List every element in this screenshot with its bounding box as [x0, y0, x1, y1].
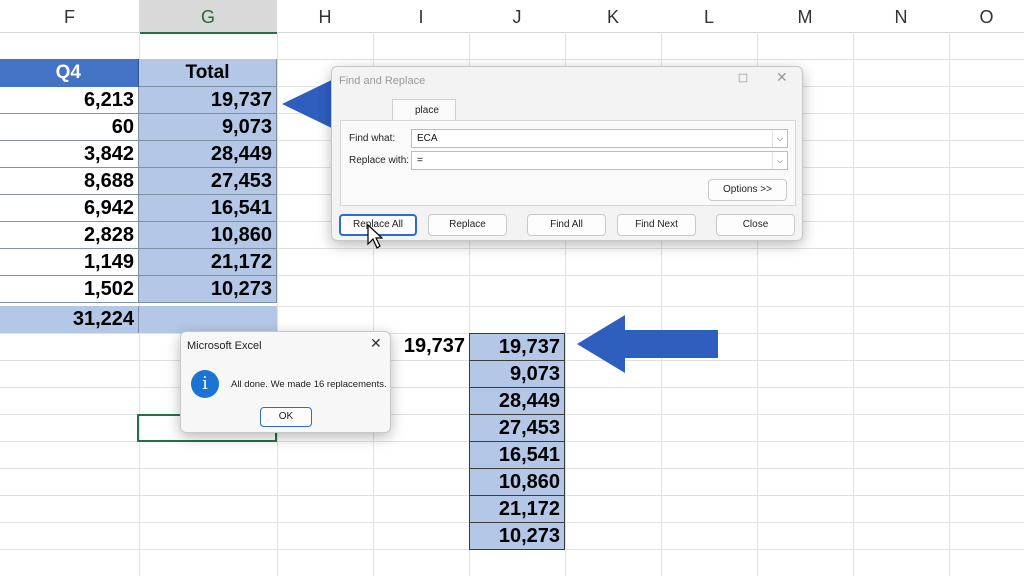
total-cell[interactable]: 9,073: [139, 114, 277, 141]
total-cell[interactable]: 10,273: [139, 276, 277, 303]
find-what-input[interactable]: ECA ⌵: [411, 129, 788, 148]
q4-cell[interactable]: 8,688: [0, 168, 139, 195]
column-header-k[interactable]: K: [565, 0, 661, 33]
q4-cell[interactable]: 60: [0, 114, 139, 141]
column-header-n[interactable]: N: [853, 0, 949, 33]
q4-cell[interactable]: 3,842: [0, 141, 139, 168]
mouse-cursor-icon: [367, 224, 383, 249]
close-button[interactable]: Close: [716, 214, 795, 236]
total-cell[interactable]: 16,541: [139, 195, 277, 222]
q4-cell[interactable]: 6,942: [0, 195, 139, 222]
tab-panel: Find what: ECA ⌵ Replace with: = ⌵ Optio…: [340, 120, 796, 206]
j-cell[interactable]: 27,453: [469, 415, 565, 442]
find-next-button[interactable]: Find Next: [617, 214, 696, 236]
total-cell[interactable]: 10,860: [139, 222, 277, 249]
j-cell[interactable]: 19,737: [469, 334, 565, 361]
q4-cell[interactable]: 2,828: [0, 222, 139, 249]
tab-replace[interactable]: place: [392, 99, 456, 121]
q4-sum-cell[interactable]: 31,224: [0, 306, 139, 333]
info-icon: i: [191, 370, 219, 398]
q4-cell[interactable]: 6,213: [0, 87, 139, 114]
find-replace-title: Find and Replace: [339, 75, 426, 87]
find-all-button[interactable]: Find All: [527, 214, 606, 236]
find-replace-dialog[interactable]: Find and Replace ✕ place Find what: ECA …: [331, 66, 803, 241]
j-cell[interactable]: 9,073: [469, 361, 565, 388]
q4-cell[interactable]: 1,502: [0, 276, 139, 303]
replace-with-input[interactable]: = ⌵: [411, 151, 788, 170]
total-sum-cell[interactable]: [139, 306, 277, 333]
total-cell[interactable]: 28,449: [139, 141, 277, 168]
maximize-icon[interactable]: [738, 73, 748, 83]
total-cell[interactable]: 27,453: [139, 168, 277, 195]
j-cell[interactable]: 28,449: [469, 388, 565, 415]
total-cell[interactable]: 21,172: [139, 249, 277, 276]
chevron-down-icon[interactable]: ⌵: [772, 152, 787, 169]
replace-button[interactable]: Replace: [428, 214, 507, 236]
total-cell[interactable]: 19,737: [139, 87, 277, 114]
arrow-left-icon: [577, 315, 718, 373]
find-what-label: Find what:: [349, 133, 396, 144]
message-box-title: Microsoft Excel: [187, 340, 262, 352]
excel-message-box[interactable]: Microsoft Excel ✕ i All done. We made 16…: [180, 331, 391, 433]
column-header-m[interactable]: M: [757, 0, 853, 33]
j-cell[interactable]: 10,860: [469, 469, 565, 496]
options-button[interactable]: Options >>: [708, 179, 787, 201]
chevron-down-icon[interactable]: ⌵: [772, 130, 787, 147]
column-header-g[interactable]: G: [139, 0, 277, 34]
message-text: All done. We made 16 replacements.: [231, 379, 387, 390]
q4-cell[interactable]: 1,149: [0, 249, 139, 276]
ok-button[interactable]: OK: [260, 407, 312, 427]
j-cell[interactable]: 10,273: [469, 523, 565, 550]
replace-with-label: Replace with:: [349, 155, 410, 166]
column-header-o[interactable]: O: [949, 0, 1024, 33]
close-icon[interactable]: ✕: [370, 335, 382, 352]
q4-header-cell[interactable]: Q4: [0, 59, 139, 87]
column-header-l[interactable]: L: [661, 0, 757, 33]
column-header-h[interactable]: H: [277, 0, 373, 33]
j-cell[interactable]: 16,541: [469, 442, 565, 469]
total-header-cell[interactable]: Total: [139, 59, 277, 87]
column-header-i[interactable]: I: [373, 0, 469, 33]
j-cell[interactable]: 21,172: [469, 496, 565, 523]
close-icon[interactable]: ✕: [776, 69, 788, 86]
column-header-j[interactable]: J: [469, 0, 565, 33]
column-header-f[interactable]: F: [0, 0, 139, 33]
